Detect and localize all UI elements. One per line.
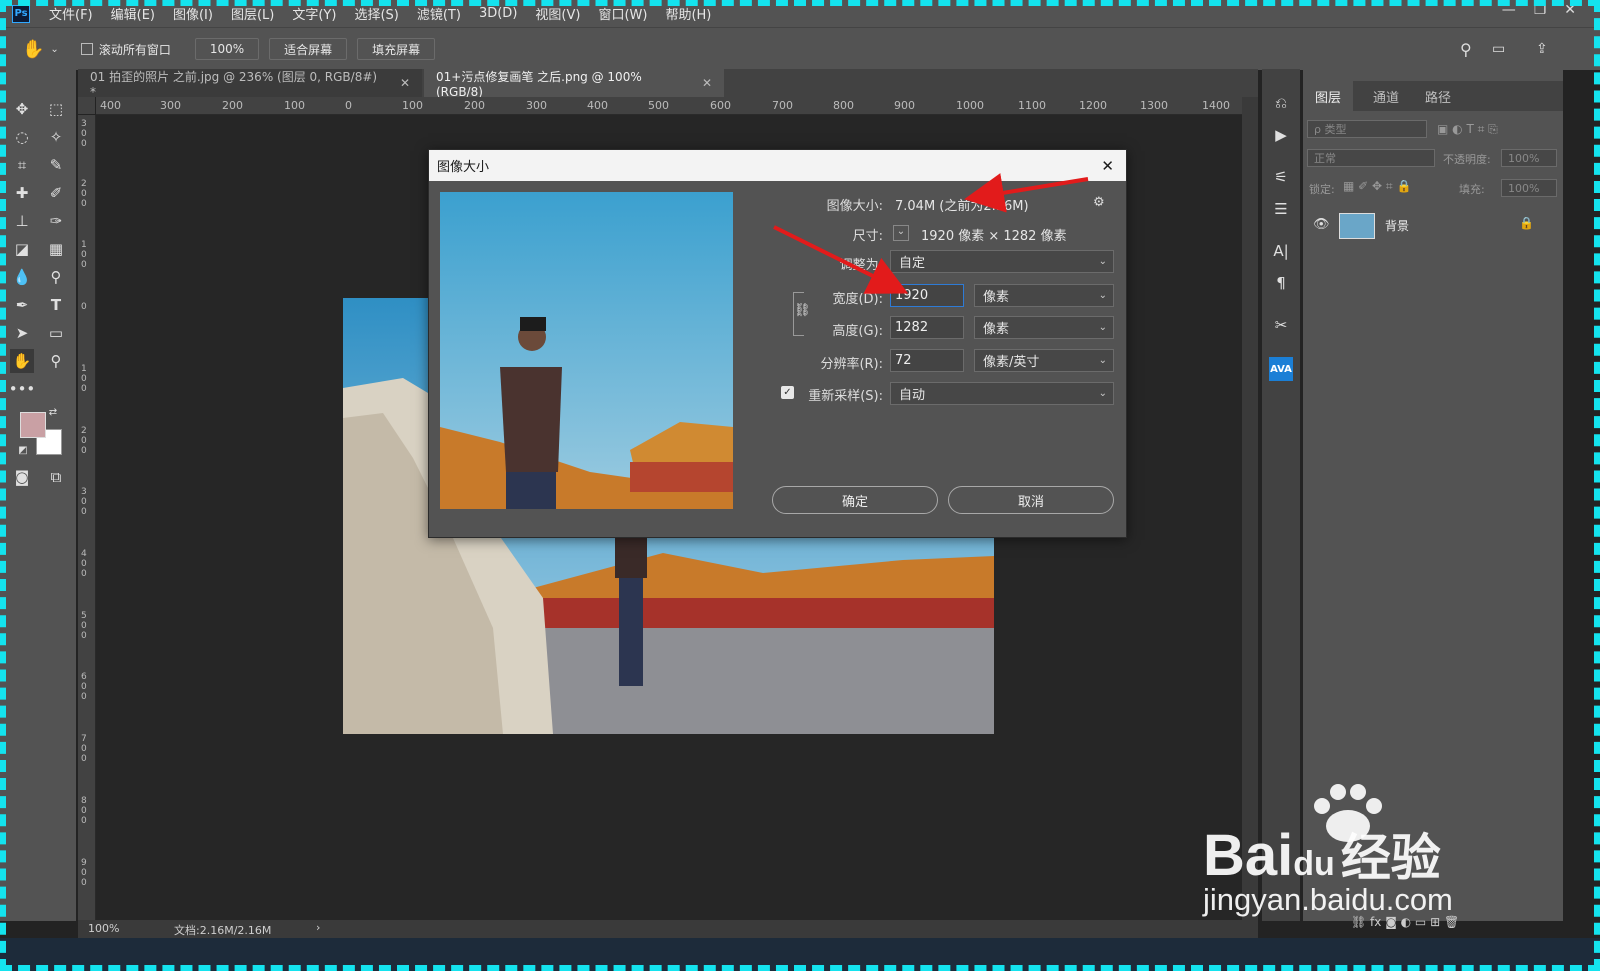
watermark-brand-b: du (1293, 845, 1335, 883)
arrow-to-width (773, 225, 909, 294)
watermark-url: jingyan.baidu.com (1203, 882, 1453, 917)
watermark-brand-c: 经验 (1340, 830, 1441, 886)
baidu-jingyan-watermark: Baidu 经验 jingyan.baidu.com (1203, 782, 1503, 922)
watermark-brand-a: Bai (1203, 823, 1294, 888)
arrow-to-image-size (964, 173, 1089, 213)
